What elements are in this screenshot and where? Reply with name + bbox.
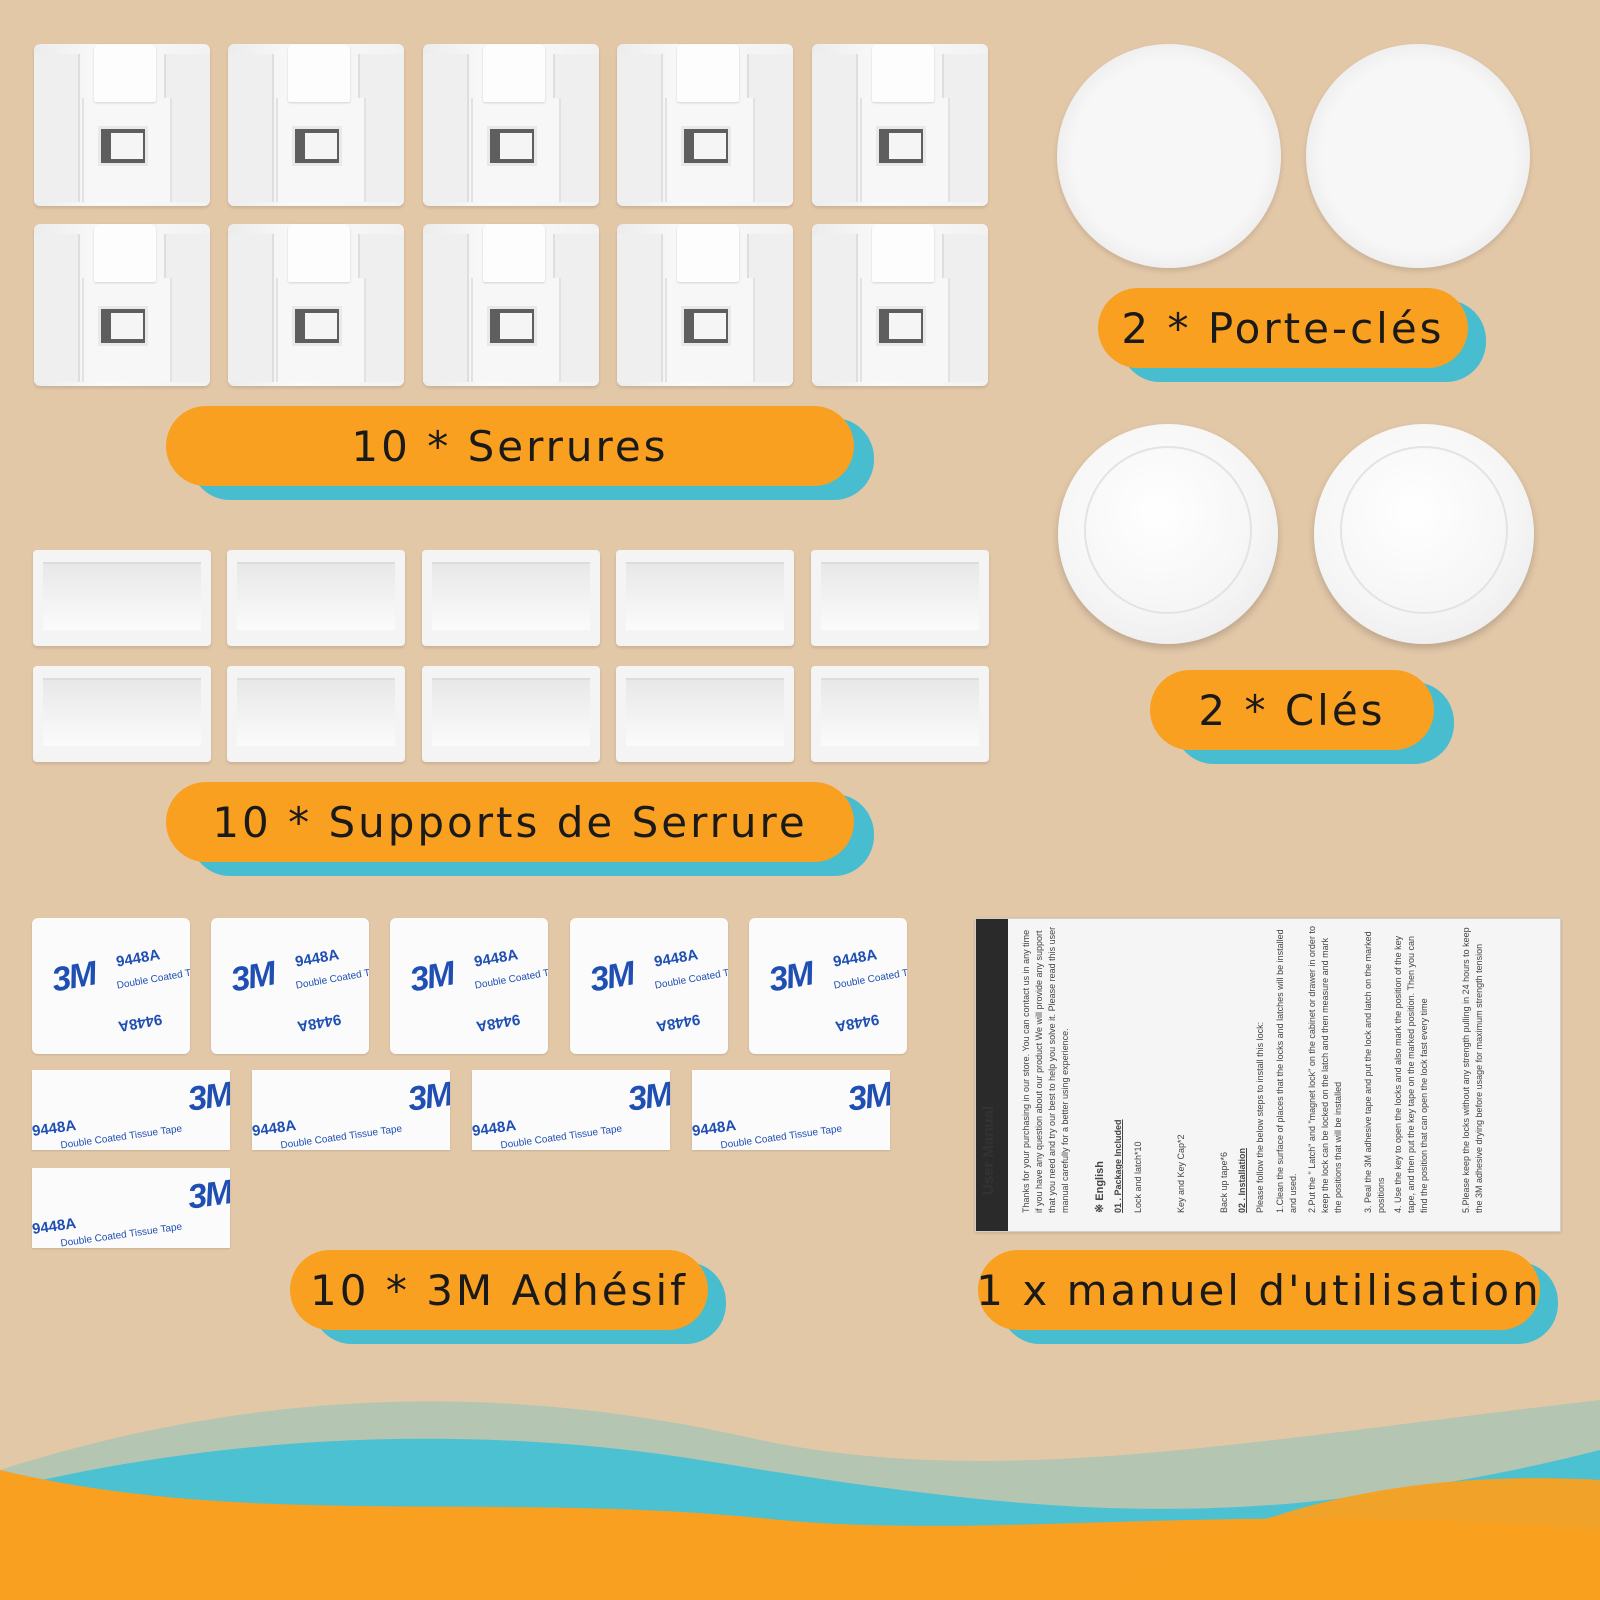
adhesive-code: 9448A — [293, 946, 341, 971]
brand-logo: 3M — [185, 1173, 230, 1217]
key-holder-item — [1306, 44, 1530, 268]
adhesive-code: 9448A — [295, 1010, 343, 1035]
adhesive-code: 9448A — [252, 1117, 298, 1140]
brand-logo: 3M — [765, 954, 816, 1000]
adhesive-product: Double Coated Tissue Tape — [499, 1123, 623, 1150]
manual-intro: Thanks for your purchasing in our store.… — [1021, 926, 1070, 1213]
lock-item — [617, 224, 793, 386]
manual-label: 1 x manuel d'utilisation — [976, 1250, 1540, 1330]
lock-item — [812, 44, 988, 206]
adhesive-code: 9448A — [32, 1117, 78, 1140]
lock-support-item — [616, 666, 794, 762]
lock-support-item — [227, 666, 405, 762]
brand-logo: 3M — [845, 1075, 890, 1119]
adhesive-pad: 3M 9448A Double Coated Tissue Tape 9448A — [32, 918, 190, 1054]
adhesive-code: 9448A — [831, 946, 879, 971]
adhesive-product: Double Coated Tissue Tape — [59, 1221, 183, 1248]
adhesive-label: 10 * 3M Adhésif — [290, 1250, 708, 1330]
adhesive-strip: 3M 9448A Double Coated Tissue Tape — [252, 1070, 450, 1150]
adhesive-strip: 3M 9448A Double Coated Tissue Tape — [32, 1168, 230, 1248]
lock-support-item — [811, 550, 989, 646]
lock-item — [423, 44, 599, 206]
manual-section-package: 01 . Package Included — [1113, 1119, 1123, 1213]
lock-item — [423, 224, 599, 386]
adhesive-code: 9448A — [32, 1215, 78, 1238]
key-holders-label: 2 * Porte-clés — [1098, 288, 1468, 368]
manual-step: 1.Clean the surface of places that the l… — [1275, 929, 1298, 1213]
lock-support-item — [811, 666, 989, 762]
manual-section-installation: 02 . Installation — [1237, 1147, 1247, 1213]
adhesive-pad: 3M 9448A Double Coated Tissue Tape 9448A — [749, 918, 907, 1054]
adhesive-pad: 3M 9448A Double Coated Tissue Tape 9448A — [570, 918, 728, 1054]
key-item — [1058, 424, 1278, 644]
keys-label: 2 * Clés — [1150, 670, 1434, 750]
lock-support-item — [33, 550, 211, 646]
manual-step: 4. Use the key to open the locks and als… — [1393, 935, 1429, 1213]
lock-item — [617, 44, 793, 206]
manual-language: ※ English — [1094, 1161, 1106, 1213]
manual-package-item: Key and Key Cap*2 — [1176, 1134, 1186, 1213]
adhesive-pad: 3M 9448A Double Coated Tissue Tape 9448A — [211, 918, 369, 1054]
manual-step: 2.Put the " Latch" and "magnet lock" on … — [1307, 926, 1343, 1213]
adhesive-pad: 3M 9448A Double Coated Tissue Tape 9448A — [390, 918, 548, 1054]
manual-title: User Manual — [980, 1105, 997, 1195]
adhesive-code: 9448A — [474, 1010, 522, 1035]
lock-support-item — [422, 666, 600, 762]
adhesive-product: Double Coated Tissue Tape — [59, 1123, 183, 1150]
manual-step: 5.Please keep the locks without any stre… — [1461, 927, 1484, 1213]
manual-step: 3. Peal the 3M adhesive tape and put the… — [1363, 931, 1386, 1213]
adhesive-code: 9448A — [652, 946, 700, 971]
manual-steps-intro: Please follow the below steps to install… — [1255, 1021, 1265, 1213]
brand-logo: 3M — [48, 954, 99, 1000]
brand-logo: 3M — [185, 1075, 230, 1119]
adhesive-code: 9448A — [833, 1010, 881, 1035]
decorative-waves — [0, 1400, 1600, 1600]
supports-label: 10 * Supports de Serrure — [166, 782, 854, 862]
locks-label: 10 * Serrures — [166, 406, 854, 486]
brand-logo: 3M — [227, 954, 278, 1000]
lock-support-item — [422, 550, 600, 646]
brand-logo: 3M — [406, 954, 457, 1000]
lock-item — [228, 224, 404, 386]
adhesive-code: 9448A — [472, 1117, 518, 1140]
lock-item — [228, 44, 404, 206]
adhesive-strip: 3M 9448A Double Coated Tissue Tape — [692, 1070, 890, 1150]
key-holder-item — [1057, 44, 1281, 268]
adhesive-product: Double Coated Tissue Tape — [279, 1123, 403, 1150]
user-manual: User Manual Thanks for your purchasing i… — [975, 918, 1561, 1232]
manual-package-item: Lock and latch*10 — [1133, 1141, 1143, 1213]
brand-logo: 3M — [586, 954, 637, 1000]
brand-logo: 3M — [625, 1075, 670, 1119]
lock-support-item — [227, 550, 405, 646]
lock-item — [812, 224, 988, 386]
lock-support-item — [33, 666, 211, 762]
lock-support-item — [616, 550, 794, 646]
manual-package-items: Lock and latch*10 Key and Key Cap*2 Back… — [1132, 923, 1231, 1213]
adhesive-code: 9448A — [692, 1117, 738, 1140]
adhesive-code: 9448A — [654, 1010, 702, 1035]
adhesive-code: 9448A — [116, 1010, 164, 1035]
adhesive-strip: 3M 9448A Double Coated Tissue Tape — [472, 1070, 670, 1150]
lock-item — [34, 224, 210, 386]
brand-logo: 3M — [405, 1075, 450, 1119]
adhesive-product: Double Coated Tissue Tape — [719, 1123, 843, 1150]
manual-package-item: Back up tape*6 — [1219, 1151, 1229, 1213]
adhesive-strip: 3M 9448A Double Coated Tissue Tape — [32, 1070, 230, 1150]
key-item — [1314, 424, 1534, 644]
lock-item — [34, 44, 210, 206]
adhesive-code: 9448A — [114, 946, 162, 971]
adhesive-code: 9448A — [472, 946, 520, 971]
